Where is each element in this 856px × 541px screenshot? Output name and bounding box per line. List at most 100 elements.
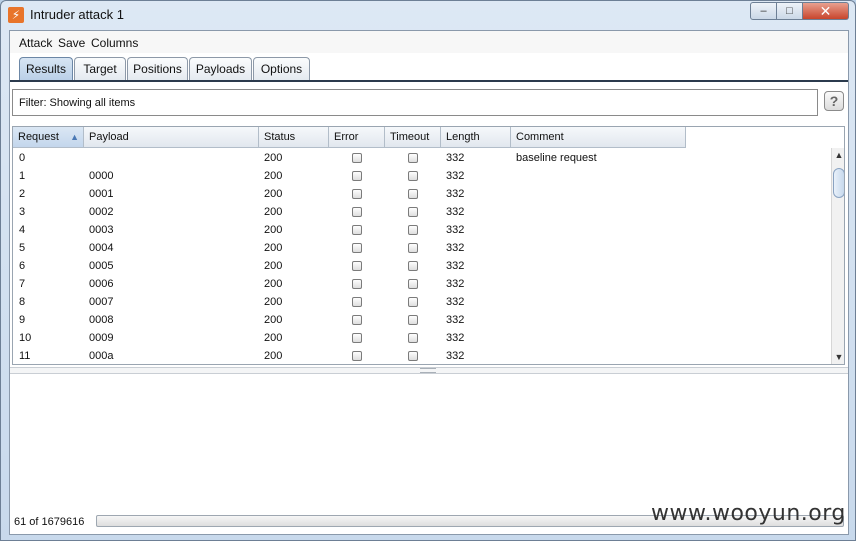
pane-splitter[interactable] xyxy=(10,367,848,374)
cell-request: 3 xyxy=(19,206,26,218)
error-checkbox xyxy=(352,153,362,163)
error-checkbox xyxy=(352,297,362,307)
cell-request: 1 xyxy=(19,170,26,182)
error-checkbox xyxy=(352,225,362,235)
column-header-error[interactable]: Error xyxy=(329,127,385,148)
table-row[interactable]: 5 0004 200 332 xyxy=(13,239,686,257)
error-checkbox xyxy=(352,333,362,343)
results-table: Request ▲ Payload Status Error Timeout L… xyxy=(12,126,845,365)
timeout-checkbox xyxy=(408,279,418,289)
timeout-checkbox xyxy=(408,315,418,325)
intruder-window: ⚡ Intruder attack 1 – □ ✕ Attack Save Co… xyxy=(0,0,856,541)
cell-request: 0 xyxy=(19,152,26,164)
table-row[interactable]: 11 000a 200 332 xyxy=(13,347,686,364)
splitter-grip-icon[interactable] xyxy=(420,368,436,373)
column-header-payload[interactable]: Payload xyxy=(84,127,259,148)
sort-ascending-icon: ▲ xyxy=(70,132,79,142)
table-row[interactable]: 8 0007 200 332 xyxy=(13,293,686,311)
tab-options[interactable]: Options xyxy=(253,57,310,81)
cell-status: 200 xyxy=(264,206,283,218)
tab-underline xyxy=(10,80,848,82)
cell-comment: baseline request xyxy=(516,152,597,164)
cell-payload: 0002 xyxy=(89,206,114,218)
cell-status: 200 xyxy=(264,188,283,200)
table-row[interactable]: 6 0005 200 332 xyxy=(13,257,686,275)
scroll-down-icon[interactable]: ▼ xyxy=(832,350,844,364)
table-row[interactable]: 1 0000 200 332 xyxy=(13,167,686,185)
scroll-up-icon[interactable]: ▲ xyxy=(832,148,844,162)
menu-attack[interactable]: Attack xyxy=(19,36,52,50)
cell-length: 332 xyxy=(446,350,465,362)
cell-request: 2 xyxy=(19,188,26,200)
table-row[interactable]: 7 0006 200 332 xyxy=(13,275,686,293)
tab-payloads[interactable]: Payloads xyxy=(189,57,252,81)
table-row[interactable]: 10 0009 200 332 xyxy=(13,329,686,347)
column-header-comment[interactable]: Comment xyxy=(511,127,686,148)
cell-status: 200 xyxy=(264,260,283,272)
cell-payload: 0004 xyxy=(89,242,114,254)
timeout-checkbox xyxy=(408,333,418,343)
error-checkbox xyxy=(352,189,362,199)
table-row[interactable]: 2 0001 200 332 xyxy=(13,185,686,203)
cell-payload: 0009 xyxy=(89,332,114,344)
cell-request: 6 xyxy=(19,260,26,272)
close-button[interactable]: ✕ xyxy=(803,2,849,20)
burp-lightning-icon: ⚡ xyxy=(8,7,24,23)
column-header-label: Request xyxy=(18,131,59,143)
scroll-thumb[interactable] xyxy=(833,168,844,198)
cell-length: 332 xyxy=(446,170,465,182)
minimize-button[interactable]: – xyxy=(750,2,777,20)
menu-save[interactable]: Save xyxy=(58,36,85,50)
cell-length: 332 xyxy=(446,278,465,290)
timeout-checkbox xyxy=(408,351,418,361)
cell-status: 200 xyxy=(264,152,283,164)
table-row[interactable]: 0 200 332 baseline request xyxy=(13,149,686,167)
column-header-status[interactable]: Status xyxy=(259,127,329,148)
tab-positions[interactable]: Positions xyxy=(127,57,188,81)
cell-status: 200 xyxy=(264,296,283,308)
error-checkbox xyxy=(352,279,362,289)
cell-status: 200 xyxy=(264,224,283,236)
cell-length: 332 xyxy=(446,260,465,272)
table-row[interactable]: 9 0008 200 332 xyxy=(13,311,686,329)
maximize-button[interactable]: □ xyxy=(777,2,803,20)
error-checkbox xyxy=(352,351,362,361)
progress-count: 61 of 1679616 xyxy=(14,516,85,528)
cell-payload: 0003 xyxy=(89,224,114,236)
table-row[interactable]: 3 0002 200 332 xyxy=(13,203,686,221)
cell-request: 4 xyxy=(19,224,26,236)
vertical-scrollbar[interactable]: ▲ ▼ xyxy=(831,148,844,364)
column-header-timeout[interactable]: Timeout xyxy=(385,127,441,148)
cell-status: 200 xyxy=(264,278,283,290)
cell-length: 332 xyxy=(446,224,465,236)
error-checkbox xyxy=(352,243,362,253)
cell-length: 332 xyxy=(446,314,465,326)
column-header-request[interactable]: Request ▲ xyxy=(13,127,84,148)
window-controls: – □ ✕ xyxy=(750,2,849,20)
window-title: Intruder attack 1 xyxy=(30,7,124,22)
cell-request: 5 xyxy=(19,242,26,254)
help-icon[interactable]: ? xyxy=(824,91,844,111)
error-checkbox xyxy=(352,261,362,271)
menu-bar: Attack Save Columns xyxy=(10,31,848,53)
cell-length: 332 xyxy=(446,296,465,308)
cell-request: 9 xyxy=(19,314,26,326)
cell-payload: 0006 xyxy=(89,278,114,290)
timeout-checkbox xyxy=(408,261,418,271)
timeout-checkbox xyxy=(408,225,418,235)
cell-payload: 0001 xyxy=(89,188,114,200)
client-area: Attack Save Columns Results Target Posit… xyxy=(9,30,849,535)
cell-request: 8 xyxy=(19,296,26,308)
menu-columns[interactable]: Columns xyxy=(91,36,138,50)
cell-status: 200 xyxy=(264,350,283,362)
table-row[interactable]: 4 0003 200 332 xyxy=(13,221,686,239)
tab-target[interactable]: Target xyxy=(74,57,126,81)
watermark: www.wooyun.org xyxy=(651,501,846,526)
cell-status: 200 xyxy=(264,170,283,182)
title-bar[interactable]: ⚡ Intruder attack 1 – □ ✕ xyxy=(1,1,855,29)
timeout-checkbox xyxy=(408,207,418,217)
cell-status: 200 xyxy=(264,242,283,254)
column-header-length[interactable]: Length xyxy=(441,127,511,148)
tab-results[interactable]: Results xyxy=(19,57,73,81)
filter-bar[interactable]: Filter: Showing all items xyxy=(12,89,818,116)
